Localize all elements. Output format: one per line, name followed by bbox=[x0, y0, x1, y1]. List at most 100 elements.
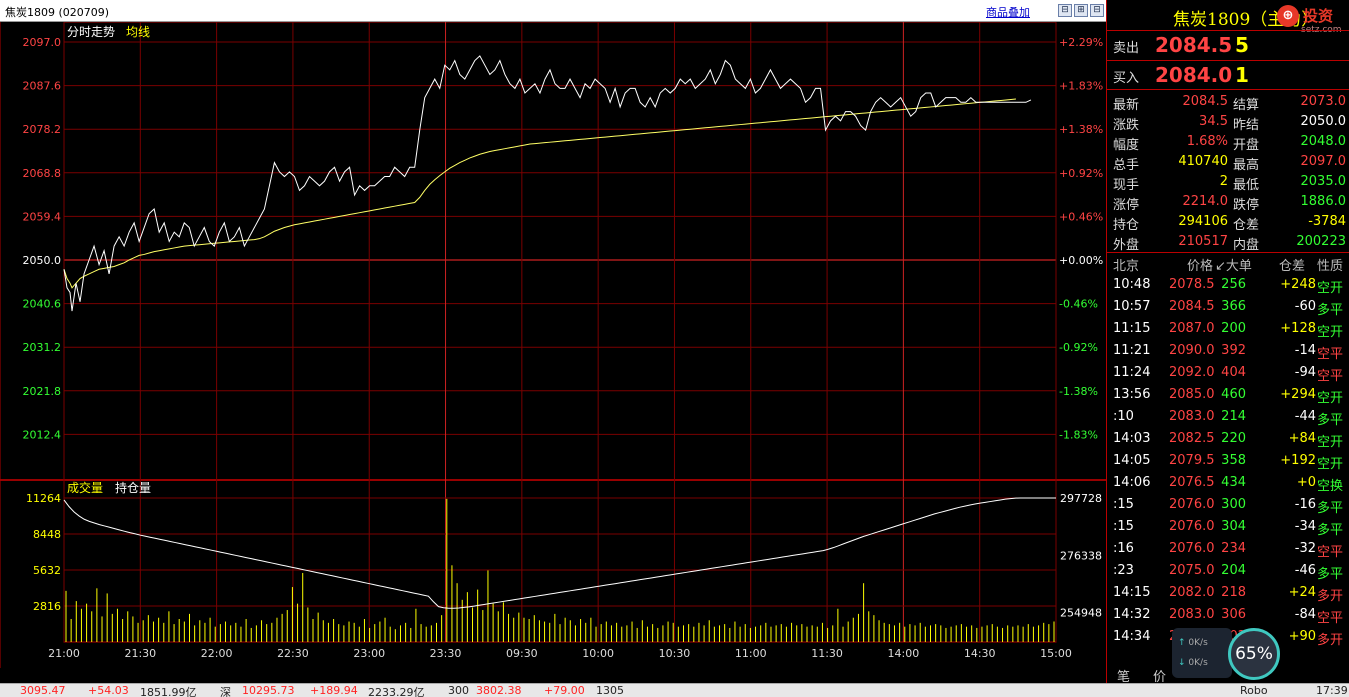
tick-time: :15 bbox=[1113, 519, 1134, 534]
intraday-chart[interactable]: 2097.0 2087.6 2078.2 2068.8 2059.4 2050.0 2040… bbox=[0, 22, 1106, 668]
tick-row[interactable]: 14:06 2076.5 434 +0 空换 bbox=[1107, 472, 1349, 494]
tick-row[interactable]: 10:48 2078.5 256 +248 空开 bbox=[1107, 274, 1349, 296]
download-speed: ↓ 0K/s bbox=[1178, 658, 1208, 668]
percent-tick-label: +2.29% bbox=[1059, 36, 1103, 49]
tick-row[interactable]: 10:57 2084.5 366 -60 多平 bbox=[1107, 296, 1349, 318]
buy-label: 买入 bbox=[1113, 71, 1140, 86]
price-tick-label: 2097.0 bbox=[23, 36, 62, 49]
price-tick-label: 2012.4 bbox=[23, 428, 62, 441]
tick-volume: 306 bbox=[1221, 607, 1246, 622]
tick-volume: 404 bbox=[1221, 365, 1246, 380]
tick-volume: 392 bbox=[1221, 343, 1246, 358]
restore-window-button[interactable]: ⊟ bbox=[1058, 4, 1072, 17]
tick-time: 14:06 bbox=[1113, 475, 1151, 490]
status-item: 1851.99亿 bbox=[140, 686, 197, 697]
stat-label: 持仓 bbox=[1113, 218, 1140, 233]
status-item: +54.03 bbox=[88, 684, 129, 697]
intraday-chart-area[interactable]: 2097.0 2087.6 2078.2 2068.8 2059.4 2050.0 2040… bbox=[0, 22, 1106, 668]
tick-row[interactable]: 14:03 2082.5 220 +84 空开 bbox=[1107, 428, 1349, 450]
tick-nature: 多平 bbox=[1317, 567, 1344, 582]
status-bar: 3095.47 +54.03 1851.99亿 深 10295.73 +189.94 223… bbox=[0, 683, 1349, 697]
stat-label: 总手 bbox=[1113, 158, 1140, 173]
tick-oi-change: -46 bbox=[1294, 563, 1316, 578]
stat-value: 34.5 bbox=[1199, 114, 1228, 129]
tick-nature: 空平 bbox=[1317, 545, 1344, 560]
stat-value: 2 bbox=[1219, 174, 1228, 189]
tick-nature: 多平 bbox=[1317, 501, 1344, 516]
stat-label: 仓差 bbox=[1233, 218, 1260, 233]
tick-oi-change: -32 bbox=[1294, 541, 1316, 556]
quote-stat-row: 现手 2 最低 2035.0 bbox=[1107, 172, 1349, 193]
stat-label: 现手 bbox=[1113, 178, 1140, 193]
tick-row[interactable]: :15 2076.0 304 -34 多平 bbox=[1107, 516, 1349, 538]
tick-time: 10:57 bbox=[1113, 299, 1151, 314]
price-tick-label: 2040.6 bbox=[23, 298, 62, 311]
tick-head-oi-change: 仓差 bbox=[1279, 259, 1306, 274]
tick-row[interactable]: :16 2076.0 234 -32 空平 bbox=[1107, 538, 1349, 560]
quote-stat-row: 幅度 1.68% 开盘 2048.0 bbox=[1107, 132, 1349, 153]
stat-value: 2214.0 bbox=[1182, 194, 1229, 209]
tick-oi-change: -44 bbox=[1294, 409, 1316, 424]
tick-nature: 多平 bbox=[1317, 523, 1344, 538]
tick-row[interactable]: 11:15 2087.0 200 +128 空开 bbox=[1107, 318, 1349, 340]
tick-nature: 多平 bbox=[1317, 413, 1344, 428]
sell-quote-row[interactable]: 卖出 2084.5 5 bbox=[1107, 30, 1349, 60]
tick-head-volume[interactable]: ↙大单 bbox=[1215, 255, 1252, 274]
volume-tick-label: 8448 bbox=[33, 528, 61, 541]
tick-oi-change: +84 bbox=[1288, 431, 1316, 446]
upload-speed: ↑ 0K/s bbox=[1178, 638, 1208, 648]
tick-oi-change: -84 bbox=[1294, 607, 1316, 622]
stat-label: 涨跌 bbox=[1113, 118, 1140, 133]
tick-row[interactable]: 14:05 2079.5 358 +192 空开 bbox=[1107, 450, 1349, 472]
price-tick-label: 2059.4 bbox=[23, 210, 62, 223]
network-speed-widget[interactable]: ↑ 0K/s ↓ 0K/s 65% bbox=[1172, 628, 1292, 684]
quote-stat-row: 涨跌 34.5 昨结 2050.0 bbox=[1107, 112, 1349, 133]
tick-time: 14:15 bbox=[1113, 585, 1151, 600]
tick-row[interactable]: 14:32 2083.0 306 -84 空平 bbox=[1107, 604, 1349, 626]
overlay-commodity-link[interactable]: 商品叠加 bbox=[986, 4, 1030, 20]
volume-legend: 成交量 bbox=[67, 480, 103, 495]
tile-window-button[interactable]: ⊟ bbox=[1090, 4, 1104, 17]
tick-row[interactable]: :10 2083.0 214 -44 多平 bbox=[1107, 406, 1349, 428]
stat-value: 2073.0 bbox=[1300, 94, 1347, 109]
time-tick-label: 23:30 bbox=[430, 647, 462, 660]
tick-time: :16 bbox=[1113, 541, 1134, 556]
stat-label: 最低 bbox=[1233, 178, 1260, 193]
time-tick-label: 10:00 bbox=[582, 647, 614, 660]
stat-label: 昨结 bbox=[1233, 118, 1260, 133]
volume-tick-label: 11264 bbox=[26, 492, 61, 505]
buy-quote-row[interactable]: 买入 2084.0 1 bbox=[1107, 60, 1349, 90]
tick-oi-change: -14 bbox=[1294, 343, 1316, 358]
tick-time: 10:48 bbox=[1113, 277, 1151, 292]
time-tick-label: 22:00 bbox=[201, 647, 233, 660]
sell-volume: 5 bbox=[1235, 33, 1249, 57]
stat-value: 2097.0 bbox=[1300, 154, 1347, 169]
tick-price: 2090.0 bbox=[1169, 343, 1215, 358]
tick-nature: 多开 bbox=[1317, 633, 1344, 648]
tick-oi-change: -60 bbox=[1294, 299, 1316, 314]
tick-row[interactable]: 11:21 2090.0 392 -14 空平 bbox=[1107, 340, 1349, 362]
tick-price: 2076.0 bbox=[1169, 541, 1215, 556]
tick-time: 14:34 bbox=[1113, 629, 1151, 644]
tick-row[interactable]: 11:24 2092.0 404 -94 空平 bbox=[1107, 362, 1349, 384]
tick-row[interactable]: :23 2075.0 204 -46 多平 bbox=[1107, 560, 1349, 582]
tick-row[interactable]: :15 2076.0 300 -16 多平 bbox=[1107, 494, 1349, 516]
maximize-window-button[interactable]: ⊞ bbox=[1074, 4, 1088, 17]
memory-gauge[interactable]: 65% bbox=[1228, 628, 1280, 680]
tick-price: 2076.5 bbox=[1169, 475, 1215, 490]
tick-time: :10 bbox=[1113, 409, 1134, 424]
tick-time: 11:21 bbox=[1113, 343, 1151, 358]
tick-row[interactable]: 13:56 2085.0 460 +294 空开 bbox=[1107, 384, 1349, 406]
status-item: 3095.47 bbox=[20, 684, 66, 697]
stat-label: 开盘 bbox=[1233, 138, 1260, 153]
tick-row[interactable]: 14:15 2082.0 218 +24 多开 bbox=[1107, 582, 1349, 604]
quote-stat-row: 持仓 294106 仓差 -3784 bbox=[1107, 212, 1349, 233]
time-tick-label: 14:30 bbox=[964, 647, 996, 660]
stat-value: 1.68% bbox=[1186, 134, 1228, 149]
stat-value: 2035.0 bbox=[1300, 174, 1347, 189]
stat-value: 2050.0 bbox=[1300, 114, 1347, 129]
percent-tick-label: +1.83% bbox=[1059, 80, 1103, 93]
status-item: 3802.38 bbox=[476, 684, 522, 697]
tick-time: 14:05 bbox=[1113, 453, 1151, 468]
time-tick-label: 22:30 bbox=[277, 647, 309, 660]
